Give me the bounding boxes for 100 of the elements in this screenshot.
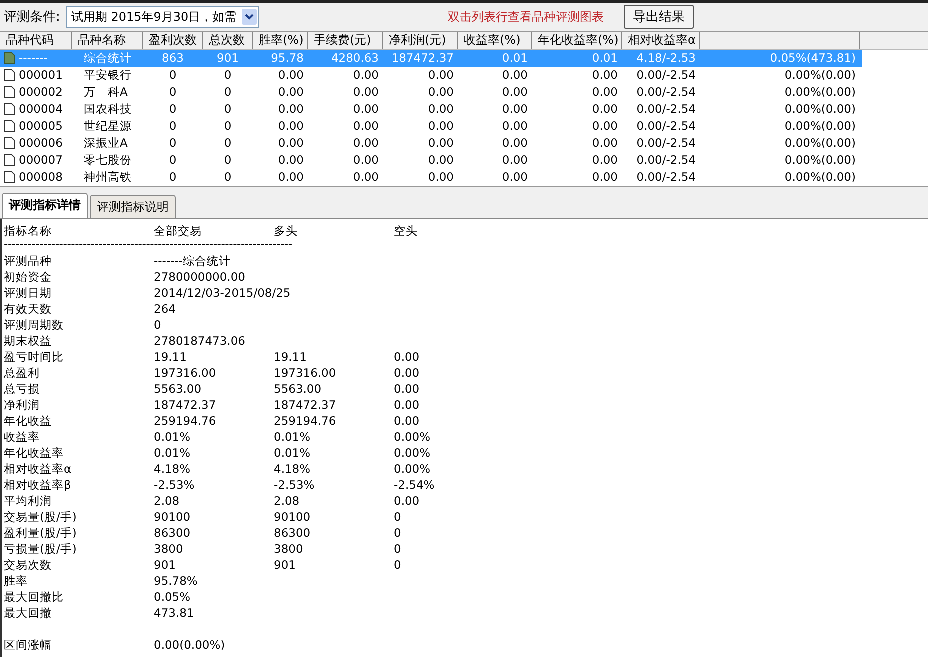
- table-cell: 0.00: [278, 169, 304, 186]
- table-cell: 0.00%(0.00): [784, 84, 856, 101]
- table-cell: 000008: [19, 169, 63, 186]
- table-cell: 4280.63: [331, 50, 379, 67]
- metric-value: 3800: [154, 541, 184, 557]
- column-header[interactable]: 年化收益率(%): [532, 32, 622, 49]
- column-header[interactable]: 总次数: [203, 32, 253, 49]
- metric-value: 2780000000.00: [154, 269, 246, 285]
- tab[interactable]: 评测指标详情: [2, 193, 88, 218]
- metric-value: 2780187473.06: [154, 333, 246, 349]
- metric-value: 0.00%: [394, 445, 432, 461]
- metric-value: 0.00%: [394, 429, 432, 445]
- column-header[interactable]: 盈利次数: [143, 32, 203, 49]
- table-cell: 0.00: [502, 101, 528, 118]
- table-row[interactable]: 000008 神州高铁 0 0 0.00 0.00 0.00 0.00 0.00 0.00/-2.54 0.00%(0.00): [0, 169, 862, 186]
- table-row[interactable]: 000002 万 科A 0 0 0.00 0.00 0.00 0.00 0.00 0.00/-2.54 0.00%(0.00): [0, 84, 862, 101]
- separator-text: -------------------------------------------------------------------------: [4, 239, 294, 253]
- table-cell: 000007: [19, 152, 63, 169]
- table-row[interactable]: 000001 平安银行 0 0 0.00 0.00 0.00 0.00 0.00 0.00/-2.54 0.00%(0.00): [0, 67, 862, 84]
- metric-value: 187472.37: [274, 397, 338, 413]
- hint-text: 双击列表行查看品种评测图表: [448, 8, 604, 26]
- table-cell: 0.00: [428, 135, 454, 152]
- column-heading: 指标名称: [4, 223, 53, 239]
- metric-value: 3800: [274, 541, 304, 557]
- metric-value: 86300: [274, 525, 312, 541]
- table-cell: 0: [169, 135, 177, 152]
- metric-name: 交易量(股/手): [4, 509, 78, 525]
- metric-name: 盈利量(股/手): [4, 525, 78, 541]
- table-cell: 0: [224, 118, 232, 135]
- table-cell: 000002: [19, 84, 63, 101]
- metric-name: 评测周期数: [4, 317, 65, 333]
- metric-value: 0.05%: [154, 589, 192, 605]
- table-cell: 0.00: [592, 118, 618, 135]
- column-header[interactable]: 手续费(元): [308, 32, 383, 49]
- table-cell: 0.00/-2.54: [636, 101, 696, 118]
- table-cell: 0: [169, 152, 177, 169]
- table-cell: 0.00: [592, 101, 618, 118]
- column-header[interactable]: 相对收益率α: [622, 32, 700, 49]
- metric-value: 0.01%: [274, 429, 312, 445]
- table-cell-text: 平安银行: [83, 67, 132, 84]
- export-button[interactable]: 导出结果: [624, 5, 694, 29]
- table-cell: 901: [217, 50, 239, 67]
- condition-label: 评测条件:: [4, 9, 60, 26]
- column-header[interactable]: 胜率(%): [253, 32, 308, 49]
- table-cell: 0: [224, 152, 232, 169]
- document-icon: [4, 120, 16, 133]
- table-row[interactable]: 000005 世纪星源 0 0 0.00 0.00 0.00 0.00 0.00 0.00/-2.54 0.00%(0.00): [0, 118, 862, 135]
- metric-value: -2.53%: [274, 477, 316, 493]
- table-cell: 0.00/-2.54: [636, 118, 696, 135]
- table-row[interactable]: 000006 深振业A 0 0 0.00 0.00 0.00 0.00 0.00 0.00/-2.54 0.00%(0.00): [0, 135, 862, 152]
- table-cell: 0: [169, 84, 177, 101]
- table-cell: 0.00: [592, 67, 618, 84]
- table-cell: -------: [19, 50, 48, 67]
- metric-value: 86300: [154, 525, 192, 541]
- metric-name: 亏损量(股/手): [4, 541, 78, 557]
- metric-name: 净利润: [4, 397, 41, 413]
- table-cell: 0.00: [278, 101, 304, 118]
- table-cell: 0.00: [592, 84, 618, 101]
- table-cell: 0: [224, 67, 232, 84]
- metric-name: 相对收益率β: [4, 477, 72, 493]
- column-header[interactable]: 收益率(%): [458, 32, 532, 49]
- metric-name: 评测日期: [4, 285, 53, 301]
- table-cell: 0.00: [353, 118, 379, 135]
- metric-value: 4.18%: [154, 461, 192, 477]
- table-cell-text: 万 科A: [83, 84, 128, 101]
- table-cell: 0.00%(0.00): [784, 169, 856, 186]
- tab[interactable]: 评测指标说明: [90, 195, 176, 218]
- table-cell: 0.00: [353, 84, 379, 101]
- metric-value: 19.11: [274, 349, 308, 365]
- table-row[interactable]: 000007 零七股份 0 0 0.00 0.00 0.00 0.00 0.00 0.00/-2.54 0.00%(0.00): [0, 152, 862, 169]
- table-cell: 0.00: [592, 169, 618, 186]
- document-icon: [4, 69, 16, 82]
- metric-value: 0: [394, 541, 402, 557]
- metric-value: 90100: [154, 509, 192, 525]
- condition-dropdown[interactable]: 试用期 2015年9月30日，如需: [66, 6, 259, 28]
- metric-name: 最大回撤比: [4, 589, 65, 605]
- table-cell: 0.00: [428, 118, 454, 135]
- column-header[interactable]: 品种名称: [72, 32, 143, 49]
- table-cell: 0.00: [502, 118, 528, 135]
- metric-name: 收益率: [4, 429, 41, 445]
- table-cell-text: 深振业A: [83, 135, 128, 152]
- table-cell: 0.00: [278, 84, 304, 101]
- metric-value: 901: [154, 557, 177, 573]
- table-row[interactable]: 000004 国农科技 0 0 0.00 0.00 0.00 0.00 0.00 0.00/-2.54 0.00%(0.00): [0, 101, 862, 118]
- metric-value: 187472.37: [154, 397, 218, 413]
- document-icon: [4, 171, 16, 184]
- table-cell: 0.00/-2.54: [636, 135, 696, 152]
- table-cell: 0.00: [428, 67, 454, 84]
- table-cell: 0.00: [592, 152, 618, 169]
- table-cell: 000006: [19, 135, 63, 152]
- metric-value: 197316.00: [274, 365, 338, 381]
- table-cell: 0: [169, 118, 177, 135]
- metric-name: 区间涨幅: [4, 637, 53, 653]
- metric-value: 0.01%: [274, 445, 312, 461]
- metric-name: 交易次数: [4, 557, 53, 573]
- column-header[interactable]: 净利润(元): [383, 32, 458, 49]
- metric-name: 最大回撤: [4, 605, 53, 621]
- column-header[interactable]: 品种代码: [0, 32, 72, 49]
- table-cell: 0.00: [592, 135, 618, 152]
- metric-value: 0.00(0.00%): [154, 637, 226, 653]
